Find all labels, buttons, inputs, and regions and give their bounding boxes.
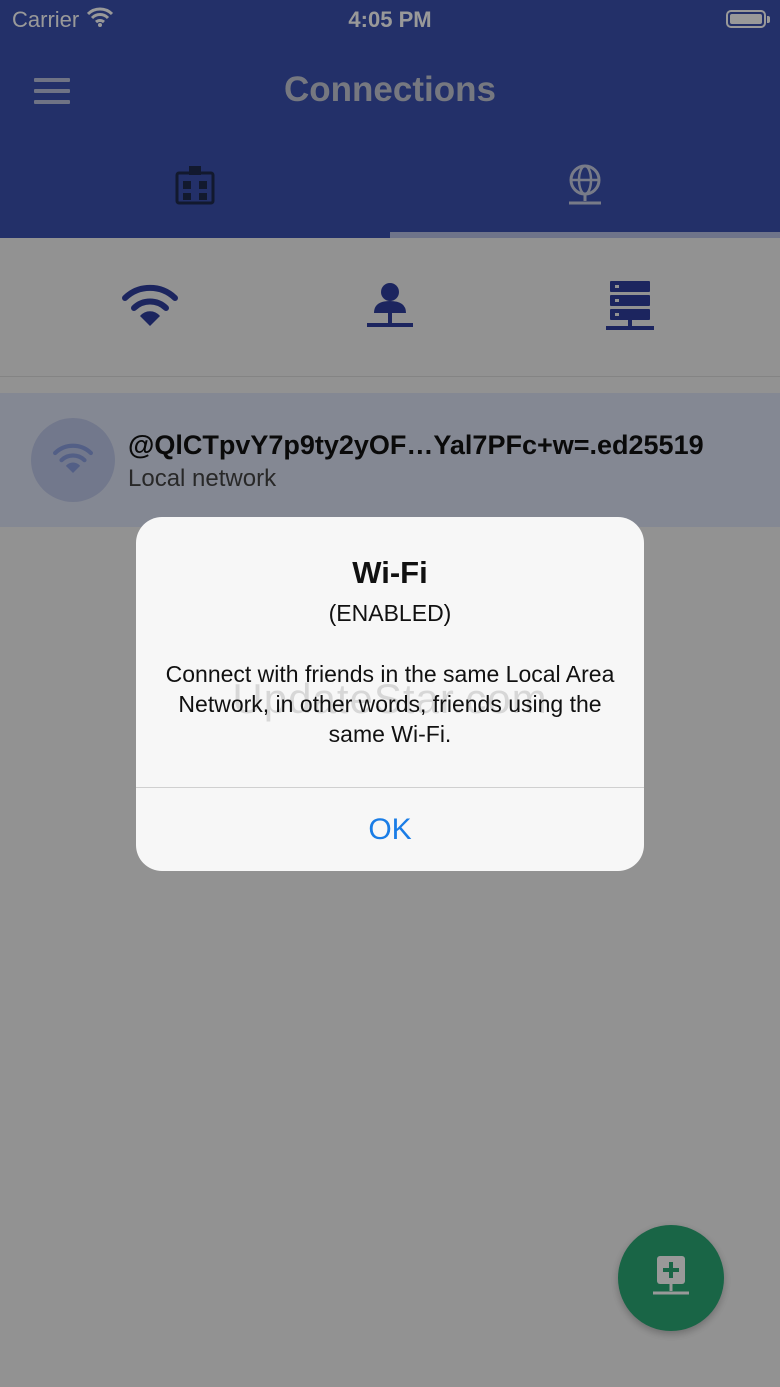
- dialog-message: Connect with friends in the same Local A…: [165, 661, 615, 747]
- ok-button[interactable]: OK: [136, 788, 644, 871]
- dialog-status: (ENABLED): [328, 600, 452, 626]
- dialog-title: Wi-Fi: [352, 555, 428, 590]
- alert-dialog: Wi-Fi (ENABLED) Connect with friends in …: [136, 517, 644, 871]
